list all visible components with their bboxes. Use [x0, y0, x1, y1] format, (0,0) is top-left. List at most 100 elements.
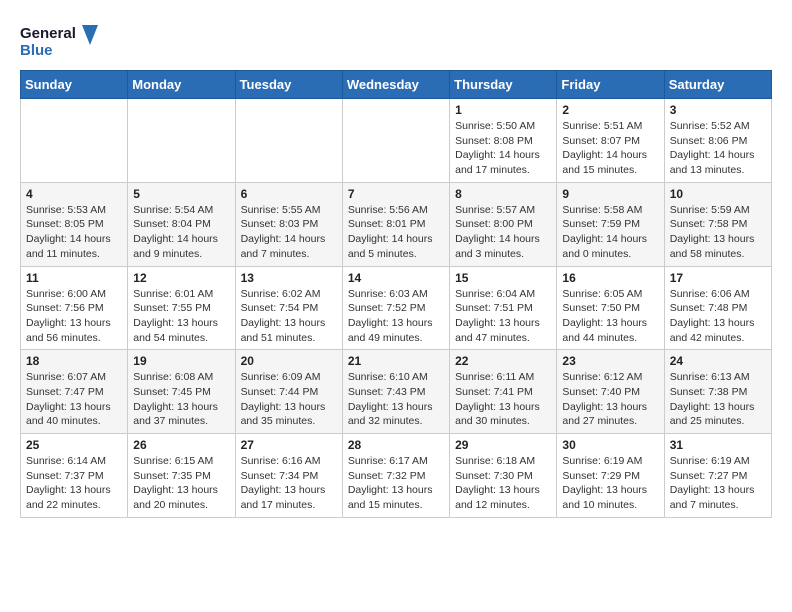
day-number: 30 — [562, 438, 658, 452]
calendar-cell: 14 Sunrise: 6:03 AM Sunset: 7:52 PM Dayli… — [342, 266, 449, 350]
day-info: Sunrise: 6:13 AM Sunset: 7:38 PM Dayligh… — [670, 370, 766, 429]
svg-text:Blue: Blue — [20, 42, 53, 59]
calendar-week-4: 18 Sunrise: 6:07 AM Sunset: 7:47 PM Dayli… — [21, 350, 772, 434]
day-number: 20 — [241, 354, 337, 368]
day-info: Sunrise: 5:58 AM Sunset: 7:59 PM Dayligh… — [562, 203, 658, 262]
calendar-week-5: 25 Sunrise: 6:14 AM Sunset: 7:37 PM Dayli… — [21, 434, 772, 518]
col-header-monday: Monday — [128, 71, 235, 99]
calendar-cell: 24Sunrise: 6:13 AM Sunset: 7:38 PM Dayli… — [664, 350, 771, 434]
day-number: 31 — [670, 438, 766, 452]
col-header-wednesday: Wednesday — [342, 71, 449, 99]
calendar-cell: 11 Sunrise: 6:00 AM Sunset: 7:56 PM Dayli… — [21, 266, 128, 350]
day-info: Sunrise: 6:18 AM Sunset: 7:30 PM Dayligh… — [455, 454, 551, 513]
day-number: 4 — [26, 187, 122, 201]
calendar-cell: 25 Sunrise: 6:14 AM Sunset: 7:37 PM Dayli… — [21, 434, 128, 518]
day-info: Sunrise: 6:17 AM Sunset: 7:32 PM Dayligh… — [348, 454, 444, 513]
calendar-cell: 3 Sunrise: 5:52 AM Sunset: 8:06 PM Daylig… — [664, 99, 771, 183]
day-number: 29 — [455, 438, 551, 452]
calendar-cell: 4 Sunrise: 5:53 AM Sunset: 8:05 PM Daylig… — [21, 182, 128, 266]
day-info: Sunrise: 6:08 AM Sunset: 7:45 PM Dayligh… — [133, 370, 229, 429]
calendar-cell — [128, 99, 235, 183]
day-info: Sunrise: 6:10 AM Sunset: 7:43 PM Dayligh… — [348, 370, 444, 429]
calendar-header-row: SundayMondayTuesdayWednesdayThursdayFrid… — [21, 71, 772, 99]
day-number: 1 — [455, 103, 551, 117]
day-info: Sunrise: 6:06 AM Sunset: 7:48 PM Dayligh… — [670, 287, 766, 346]
col-header-thursday: Thursday — [450, 71, 557, 99]
calendar-cell: 2 Sunrise: 5:51 AM Sunset: 8:07 PM Daylig… — [557, 99, 664, 183]
calendar-cell — [21, 99, 128, 183]
day-number: 2 — [562, 103, 658, 117]
calendar-cell: 27 Sunrise: 6:16 AM Sunset: 7:34 PM Dayli… — [235, 434, 342, 518]
logo-svg: GeneralBlue — [20, 20, 100, 60]
day-number: 16 — [562, 271, 658, 285]
calendar-cell: 12Sunrise: 6:01 AM Sunset: 7:55 PM Dayli… — [128, 266, 235, 350]
day-info: Sunrise: 6:19 AM Sunset: 7:27 PM Dayligh… — [670, 454, 766, 513]
day-info: Sunrise: 5:55 AM Sunset: 8:03 PM Dayligh… — [241, 203, 337, 262]
calendar-table: SundayMondayTuesdayWednesdayThursdayFrid… — [20, 70, 772, 518]
day-info: Sunrise: 5:54 AM Sunset: 8:04 PM Dayligh… — [133, 203, 229, 262]
calendar-cell: 22 Sunrise: 6:11 AM Sunset: 7:41 PM Dayli… — [450, 350, 557, 434]
calendar-cell: 31 Sunrise: 6:19 AM Sunset: 7:27 PM Dayli… — [664, 434, 771, 518]
calendar-cell: 21Sunrise: 6:10 AM Sunset: 7:43 PM Dayli… — [342, 350, 449, 434]
day-number: 23 — [562, 354, 658, 368]
day-info: Sunrise: 6:02 AM Sunset: 7:54 PM Dayligh… — [241, 287, 337, 346]
day-info: Sunrise: 5:50 AM Sunset: 8:08 PM Dayligh… — [455, 119, 551, 178]
day-info: Sunrise: 6:09 AM Sunset: 7:44 PM Dayligh… — [241, 370, 337, 429]
day-number: 25 — [26, 438, 122, 452]
calendar-cell: 30 Sunrise: 6:19 AM Sunset: 7:29 PM Dayli… — [557, 434, 664, 518]
day-number: 13 — [241, 271, 337, 285]
calendar-week-3: 11 Sunrise: 6:00 AM Sunset: 7:56 PM Dayli… — [21, 266, 772, 350]
day-number: 14 — [348, 271, 444, 285]
day-number: 17 — [670, 271, 766, 285]
calendar-cell: 18 Sunrise: 6:07 AM Sunset: 7:47 PM Dayli… — [21, 350, 128, 434]
calendar-cell: 15Sunrise: 6:04 AM Sunset: 7:51 PM Dayli… — [450, 266, 557, 350]
calendar-cell: 8 Sunrise: 5:57 AM Sunset: 8:00 PM Daylig… — [450, 182, 557, 266]
calendar-cell: 17 Sunrise: 6:06 AM Sunset: 7:48 PM Dayli… — [664, 266, 771, 350]
day-info: Sunrise: 6:16 AM Sunset: 7:34 PM Dayligh… — [241, 454, 337, 513]
svg-text:General: General — [20, 25, 76, 42]
day-number: 11 — [26, 271, 122, 285]
col-header-saturday: Saturday — [664, 71, 771, 99]
calendar-cell — [235, 99, 342, 183]
day-info: Sunrise: 5:52 AM Sunset: 8:06 PM Dayligh… — [670, 119, 766, 178]
calendar-cell: 9 Sunrise: 5:58 AM Sunset: 7:59 PM Daylig… — [557, 182, 664, 266]
calendar-cell: 28Sunrise: 6:17 AM Sunset: 7:32 PM Dayli… — [342, 434, 449, 518]
day-number: 12 — [133, 271, 229, 285]
day-number: 9 — [562, 187, 658, 201]
day-number: 22 — [455, 354, 551, 368]
calendar-cell: 10 Sunrise: 5:59 AM Sunset: 7:58 PM Dayli… — [664, 182, 771, 266]
day-info: Sunrise: 5:57 AM Sunset: 8:00 PM Dayligh… — [455, 203, 551, 262]
day-number: 10 — [670, 187, 766, 201]
day-info: Sunrise: 5:59 AM Sunset: 7:58 PM Dayligh… — [670, 203, 766, 262]
day-number: 18 — [26, 354, 122, 368]
calendar-cell: 23 Sunrise: 6:12 AM Sunset: 7:40 PM Dayli… — [557, 350, 664, 434]
day-info: Sunrise: 6:12 AM Sunset: 7:40 PM Dayligh… — [562, 370, 658, 429]
calendar-cell: 7Sunrise: 5:56 AM Sunset: 8:01 PM Daylig… — [342, 182, 449, 266]
day-info: Sunrise: 6:11 AM Sunset: 7:41 PM Dayligh… — [455, 370, 551, 429]
day-info: Sunrise: 5:53 AM Sunset: 8:05 PM Dayligh… — [26, 203, 122, 262]
day-info: Sunrise: 6:14 AM Sunset: 7:37 PM Dayligh… — [26, 454, 122, 513]
logo: GeneralBlue — [20, 20, 100, 60]
calendar-cell: 19Sunrise: 6:08 AM Sunset: 7:45 PM Dayli… — [128, 350, 235, 434]
col-header-sunday: Sunday — [21, 71, 128, 99]
day-info: Sunrise: 6:03 AM Sunset: 7:52 PM Dayligh… — [348, 287, 444, 346]
day-number: 6 — [241, 187, 337, 201]
day-info: Sunrise: 5:51 AM Sunset: 8:07 PM Dayligh… — [562, 119, 658, 178]
day-number: 27 — [241, 438, 337, 452]
calendar-cell: 16Sunrise: 6:05 AM Sunset: 7:50 PM Dayli… — [557, 266, 664, 350]
calendar-cell — [342, 99, 449, 183]
day-number: 15 — [455, 271, 551, 285]
day-number: 3 — [670, 103, 766, 117]
calendar-cell: 26 Sunrise: 6:15 AM Sunset: 7:35 PM Dayli… — [128, 434, 235, 518]
calendar-cell: 6 Sunrise: 5:55 AM Sunset: 8:03 PM Daylig… — [235, 182, 342, 266]
day-number: 8 — [455, 187, 551, 201]
day-info: Sunrise: 6:00 AM Sunset: 7:56 PM Dayligh… — [26, 287, 122, 346]
calendar-cell: 20 Sunrise: 6:09 AM Sunset: 7:44 PM Dayli… — [235, 350, 342, 434]
day-info: Sunrise: 6:07 AM Sunset: 7:47 PM Dayligh… — [26, 370, 122, 429]
col-header-friday: Friday — [557, 71, 664, 99]
day-number: 26 — [133, 438, 229, 452]
day-number: 5 — [133, 187, 229, 201]
calendar-cell: 13 Sunrise: 6:02 AM Sunset: 7:54 PM Dayli… — [235, 266, 342, 350]
day-info: Sunrise: 6:15 AM Sunset: 7:35 PM Dayligh… — [133, 454, 229, 513]
day-info: Sunrise: 6:19 AM Sunset: 7:29 PM Dayligh… — [562, 454, 658, 513]
